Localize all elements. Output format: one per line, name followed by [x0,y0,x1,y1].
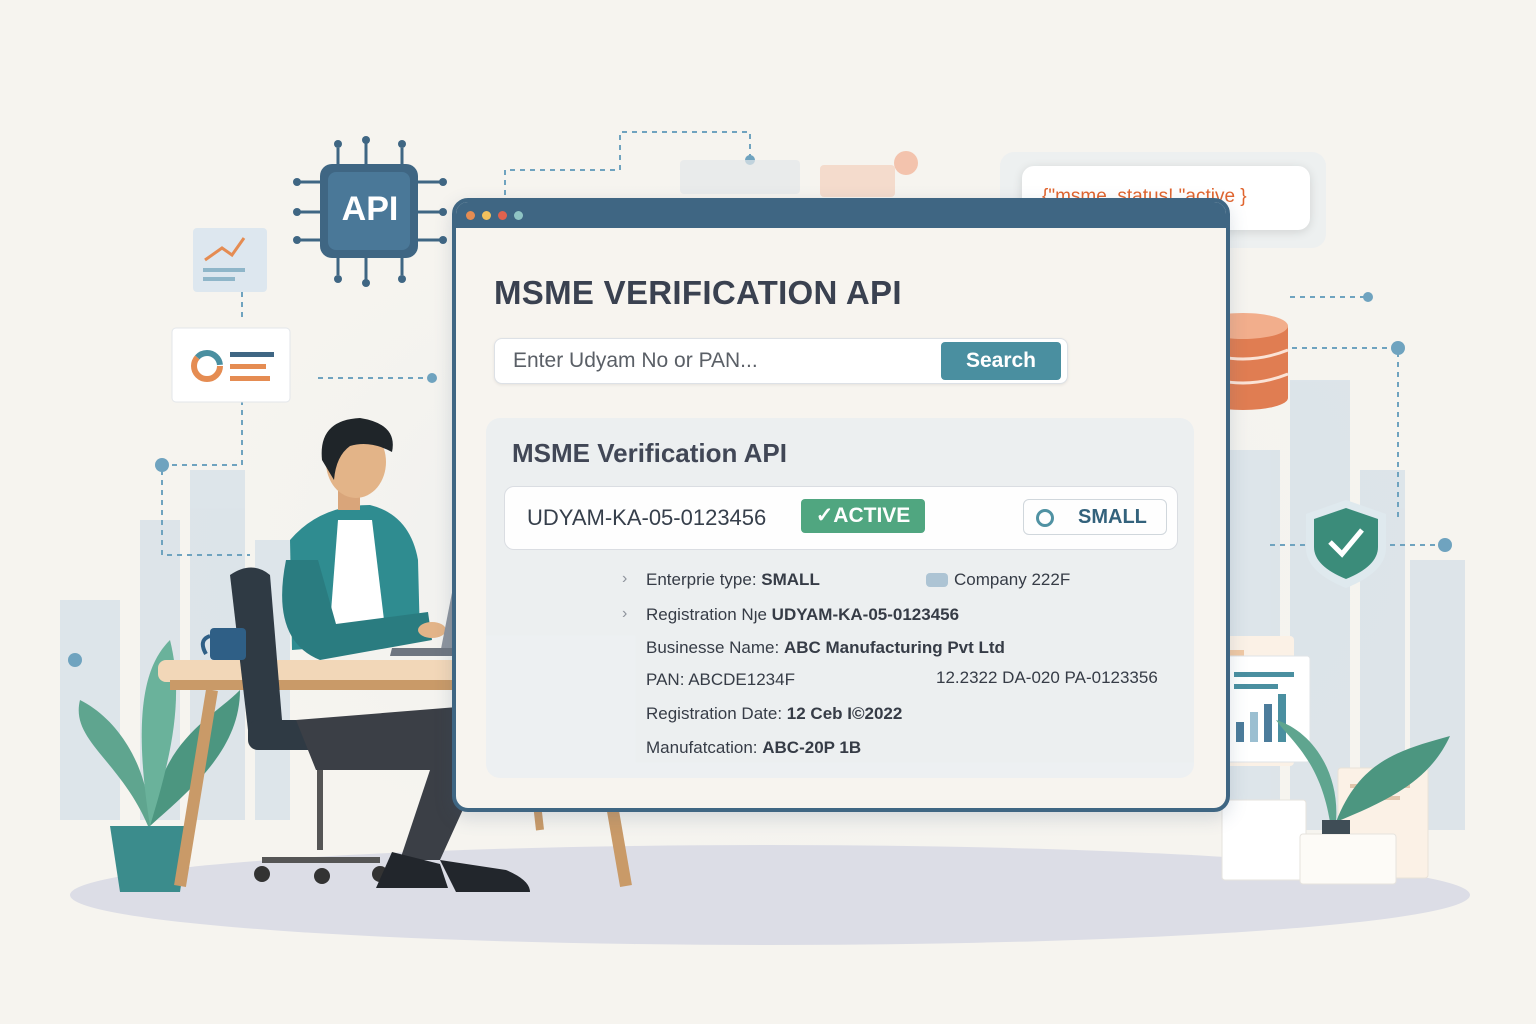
search-input[interactable] [507,339,939,383]
window-titlebar [456,202,1226,228]
card-title: MSME Verification API [512,438,787,468]
detail-registration-number: Registration Nȷe UDYAM-KA-05-0123456 [646,605,959,625]
detail-side-code: 12.2322 DA-020 PA-0123356 [936,668,1158,687]
chevron-right-icon: › [622,605,628,622]
window-dot-icon[interactable] [498,211,507,220]
detail-value: ABC Manufacturing Pvt Ltd [783,638,1005,657]
detail-pan: PAN: ABCDE1234F [646,670,795,690]
page-title: MSME VERIFICATION API [494,274,902,311]
detail-registration-date: Registration Date: 12 Ceb I©2022 [646,704,902,724]
detail-label: Businesse Name: [646,638,784,657]
detail-side-text: Company 222F [954,570,1071,589]
chevron-right-icon: › [622,570,628,587]
detail-value: ABC-20P 1B [762,738,862,757]
verification-result-card: MSME Verification API UDYAM-KA-05-012345… [486,418,1194,778]
window-dot-icon[interactable] [482,211,491,220]
detail-business-name: Businesse Name: ABC Manufacturing Pvt Lt… [646,638,1005,658]
detail-label: Manufatcation: [646,738,763,757]
detail-value: SMALL [761,570,820,589]
search-icon [1036,509,1054,527]
detail-label: Enterprie type: [646,570,762,589]
search-button[interactable]: Search [941,342,1061,380]
udyam-number: UDYAM-KA-05-0123456 [527,505,767,530]
donut-card-icon [171,327,291,403]
status-badge: ✓ACTIVE [801,499,925,533]
detail-label: PAN: ABCDE1234F [646,670,795,689]
api-chip-label: API [341,190,399,228]
chart-card-icon [193,228,267,292]
category-badge-label: SMALL [1078,506,1147,528]
browser-window: MSME VERIFICATION API Search MSME Verifi… [452,198,1230,812]
detail-label: Registration Nȷe [646,605,772,624]
detail-value: UDYAM-KA-05-0123456 [771,605,960,624]
result-summary-row: UDYAM-KA-05-0123456 ✓ACTIVE SMALL [504,486,1178,550]
detail-company-side: Company 222F [926,570,1070,590]
detail-label: Registration Date: [646,704,787,723]
window-dot-icon[interactable] [514,211,523,220]
window-dot-icon[interactable] [466,211,475,220]
detail-enterprise-type: Enterprie type: SMALL [646,570,820,590]
category-badge: SMALL [1023,499,1167,535]
detail-manufacturing: Manufatcation: ABC-20P 1B [646,738,861,758]
search-bar: Search [494,338,1068,384]
detail-value: 12 Ceb I©2022 [786,704,903,723]
badge-icon [926,573,948,587]
